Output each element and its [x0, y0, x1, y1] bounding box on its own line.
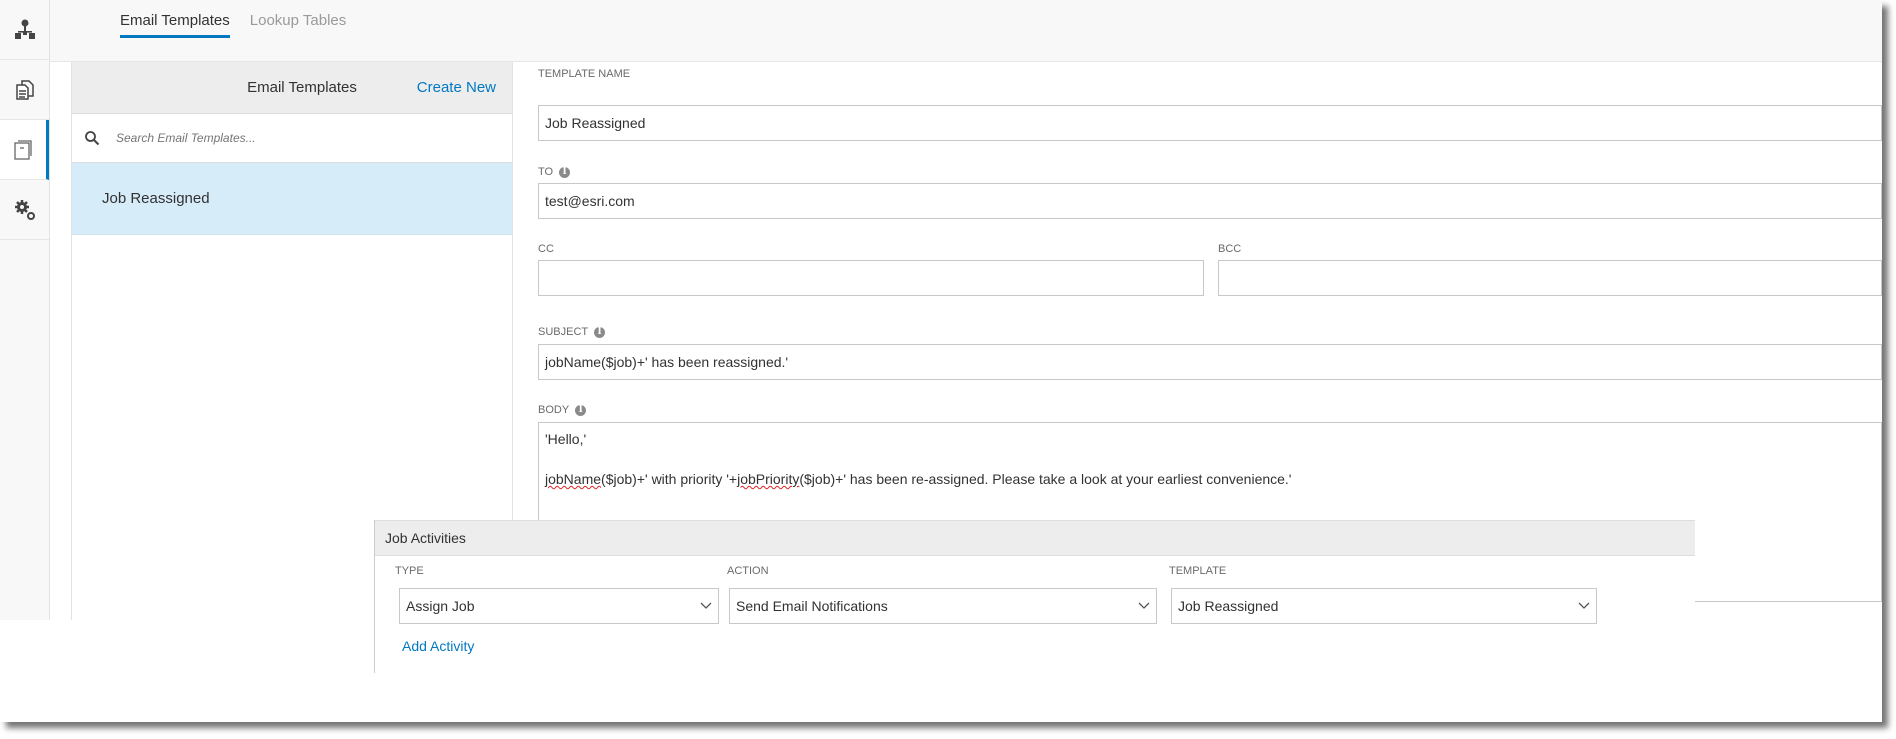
template-select[interactable]: Job Reassigned [1171, 588, 1597, 624]
body-label: Body i [538, 404, 587, 416]
spellcheck-word: jobName [545, 471, 602, 487]
template-label: TEMPLATE [1169, 565, 1227, 577]
chevron-down-icon [1578, 602, 1590, 609]
chevron-down-icon [1138, 602, 1150, 609]
rail-item-templates[interactable] [0, 120, 49, 180]
workflow-icon [14, 19, 35, 39]
app-window: Email Templates Lookup Tables Email Temp… [0, 0, 1882, 722]
info-icon[interactable]: i [575, 404, 587, 416]
add-activity-link[interactable]: Add Activity [402, 638, 474, 654]
job-activities-panel: Job Activities TYPE ACTION TEMPLATE Assi… [374, 520, 1695, 673]
info-icon[interactable]: i [559, 166, 571, 178]
action-select[interactable]: Send Email Notifications [729, 588, 1157, 624]
to-label: To i [538, 166, 571, 178]
info-icon[interactable]: i [594, 326, 606, 338]
spellcheck-word: jobPriority [737, 471, 800, 487]
tab-email-templates[interactable]: Email Templates [120, 12, 230, 38]
rail-item-documents[interactable] [0, 60, 49, 120]
job-activities-header: Job Activities [375, 520, 1695, 556]
subject-label: Subject i [538, 326, 606, 338]
action-label: ACTION [727, 565, 769, 577]
documents-icon [15, 79, 34, 100]
template-icon [14, 139, 32, 160]
create-new-link[interactable]: Create New [417, 79, 496, 96]
template-name-input[interactable]: Job Reassigned [538, 105, 1882, 141]
tab-lookup-tables[interactable]: Lookup Tables [250, 12, 346, 38]
type-select[interactable]: Assign Job [399, 588, 719, 624]
bcc-label: BCC [1218, 243, 1242, 255]
settings-icon [14, 199, 35, 220]
type-label: TYPE [395, 565, 424, 577]
list-panel-header: Email Templates Create New [72, 62, 512, 114]
body-line: 'Hello,' [545, 431, 587, 447]
search-input[interactable] [114, 130, 474, 146]
tab-bar: Email Templates Lookup Tables [120, 12, 346, 38]
search-bar [72, 114, 512, 163]
top-bar: Email Templates Lookup Tables [50, 0, 1882, 62]
rail-item-settings[interactable] [0, 180, 49, 240]
list-item[interactable]: Job Reassigned [72, 163, 512, 235]
cc-label: CC [538, 243, 554, 255]
cc-input[interactable] [538, 260, 1204, 296]
template-name-label: Template Name [538, 68, 631, 80]
to-input[interactable]: test@esri.com [538, 183, 1882, 219]
search-icon [85, 131, 100, 146]
rail-item-workflow[interactable] [0, 0, 49, 60]
chevron-down-icon [700, 602, 712, 609]
subject-input[interactable]: jobName($job)+' has been reassigned.' [538, 344, 1882, 380]
bcc-input[interactable] [1218, 260, 1882, 296]
body-line: jobName($job)+' with priority '+jobPrior… [545, 471, 1292, 487]
nav-rail [0, 0, 50, 620]
